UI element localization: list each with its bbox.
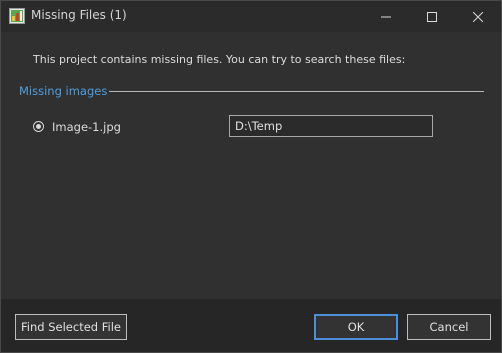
missing-images-group-label: Missing images xyxy=(19,84,108,98)
file-radio-button[interactable] xyxy=(33,121,44,132)
cancel-button[interactable]: Cancel xyxy=(407,314,491,340)
missing-file-name[interactable]: Image-1.jpg xyxy=(52,120,121,134)
minimize-button[interactable] xyxy=(363,1,409,32)
group-divider xyxy=(109,91,484,92)
close-icon xyxy=(473,11,483,22)
title-bar: Missing Files (1) xyxy=(1,1,501,32)
ok-button[interactable]: OK xyxy=(314,314,398,340)
minimize-icon xyxy=(381,16,391,17)
window-title: Missing Files (1) xyxy=(31,8,127,22)
maximize-button[interactable] xyxy=(409,1,455,32)
close-button[interactable] xyxy=(455,1,501,32)
find-selected-file-button[interactable]: Find Selected File xyxy=(15,314,127,340)
app-icon xyxy=(9,8,25,24)
intro-message: This project contains missing files. You… xyxy=(33,53,406,66)
maximize-icon xyxy=(427,11,437,22)
radio-selected-dot xyxy=(36,124,41,129)
file-path-field[interactable]: D:\Temp xyxy=(229,115,433,137)
missing-files-dialog: Missing Files (1) This project contains … xyxy=(0,0,502,353)
